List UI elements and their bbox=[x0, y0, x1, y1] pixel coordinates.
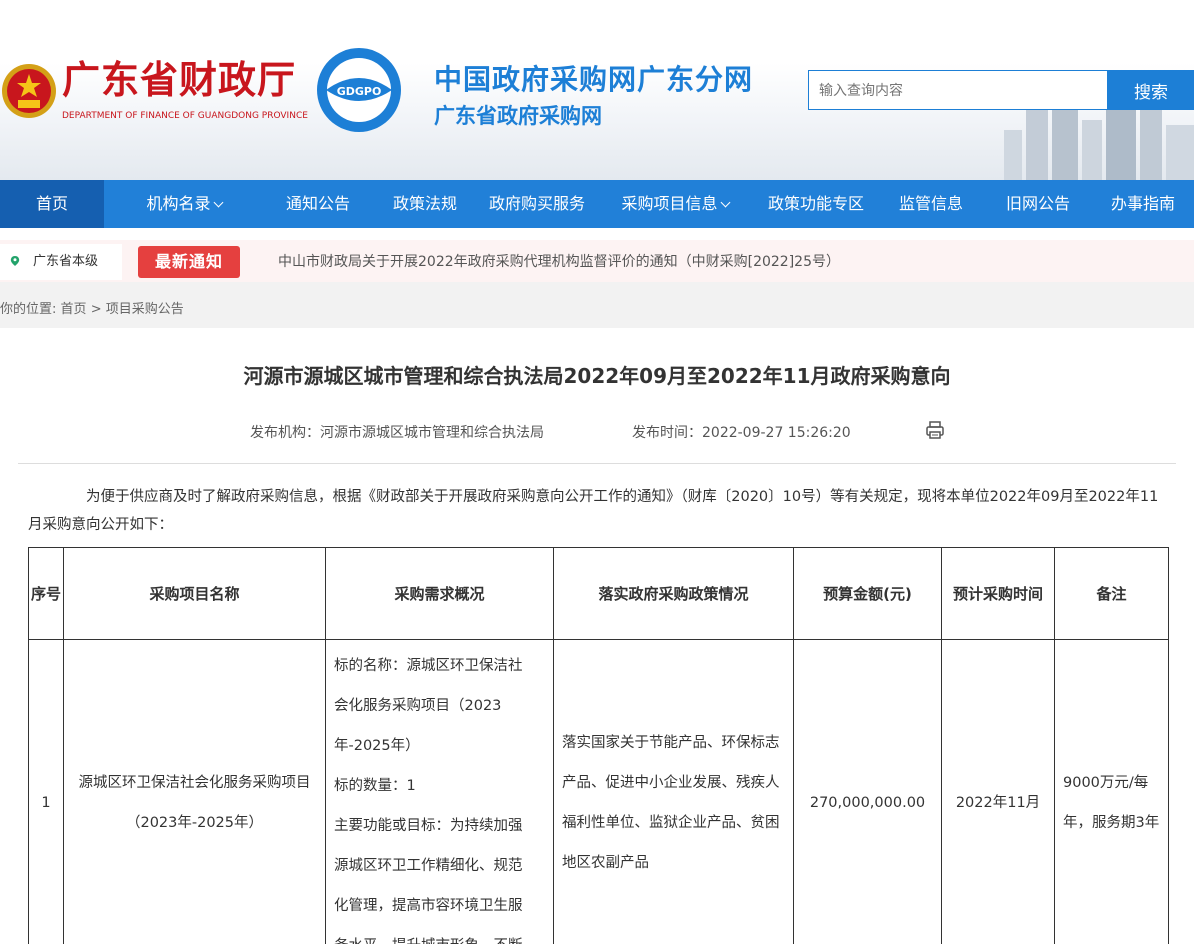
nav-item-supervision[interactable]: 监管信息 bbox=[888, 180, 974, 228]
chevron-down-icon bbox=[213, 197, 223, 208]
publisher-meta: 发布机构：河源市源城区城市管理和综合执法局 bbox=[250, 422, 544, 442]
gdgpo-logo: GDGPO bbox=[317, 48, 401, 132]
chevron-down-icon bbox=[720, 197, 730, 208]
demand-line: 标的名称：源城区环卫保洁社 bbox=[334, 658, 523, 674]
nav-item-project-info[interactable]: 采购项目信息 bbox=[612, 180, 738, 228]
header-demand: 采购需求概况 bbox=[325, 547, 554, 640]
header-remark: 备注 bbox=[1054, 547, 1169, 640]
latest-notice-link[interactable]: 中山市财政局关于开展2022年政府采购代理机构监督评价的通知（中财采购[2022… bbox=[278, 240, 840, 284]
site-title: 中国政府采购网广东分网 bbox=[434, 63, 754, 96]
nav-item-guide[interactable]: 办事指南 bbox=[1100, 180, 1186, 228]
header-name: 采购项目名称 bbox=[63, 547, 326, 640]
intro-paragraph: 为便于供应商及时了解政府采购信息，根据《财政部关于开展政府采购意向公开工作的通知… bbox=[28, 489, 1159, 533]
breadcrumb-current-link[interactable]: 项目采购公告 bbox=[106, 302, 184, 317]
cell-budget: 270,000,000.00 bbox=[793, 639, 942, 944]
nav-item-policies[interactable]: 政策法规 bbox=[382, 180, 468, 228]
publisher-value: 河源市源城区城市管理和综合执法局 bbox=[320, 425, 544, 441]
divider bbox=[18, 463, 1176, 464]
procurement-table: 序号 采购项目名称 采购需求概况 落实政府采购政策情况 预算金额(元) 预计采购… bbox=[28, 547, 1169, 944]
region-label: 广东省本级 bbox=[33, 254, 99, 269]
header-time: 预计采购时间 bbox=[941, 547, 1055, 640]
cell-time: 2022年11月 bbox=[941, 639, 1055, 944]
demand-line: 务水平，提升城市形象，不断 bbox=[334, 926, 545, 944]
nav-item-directory[interactable]: 机构名录 bbox=[134, 180, 234, 228]
demand-line: 源城区环卫工作精细化、规范 bbox=[334, 858, 523, 874]
nav-item-old-notices[interactable]: 旧网公告 bbox=[995, 180, 1081, 228]
header-no: 序号 bbox=[28, 547, 64, 640]
header-policy: 落实政府采购政策情况 bbox=[553, 547, 794, 640]
breadcrumb-home-link[interactable]: 首页 bbox=[61, 302, 87, 317]
cell-remark: 9000万元/每年，服务期3年 bbox=[1054, 639, 1169, 944]
cell-no: 1 bbox=[28, 639, 64, 944]
publish-time-label: 发布时间： bbox=[632, 425, 702, 441]
breadcrumb: 你的位置: 首页 > 项目采购公告 bbox=[0, 298, 184, 317]
cell-name: 源城区环卫保洁社会化服务采购项目（2023年-2025年） bbox=[63, 639, 326, 944]
nav-item-gov-services[interactable]: 政府购买服务 bbox=[483, 180, 591, 228]
print-icon[interactable] bbox=[925, 420, 945, 440]
nav-item-policy-zone[interactable]: 政策功能专区 bbox=[760, 180, 872, 228]
breadcrumb-prefix: 你的位置: bbox=[0, 302, 57, 317]
nav-item-home[interactable]: 首页 bbox=[0, 180, 104, 228]
region-selector[interactable]: 广东省本级 bbox=[0, 244, 122, 280]
table-header-row: 序号 采购项目名称 采购需求概况 落实政府采购政策情况 预算金额(元) 预计采购… bbox=[28, 547, 1169, 640]
publish-time-meta: 发布时间：2022-09-27 15:26:20 bbox=[632, 422, 851, 442]
demand-line: 年-2025年） bbox=[334, 738, 420, 754]
department-name-cn: 广东省财政厅 bbox=[62, 57, 297, 102]
header-budget: 预算金额(元) bbox=[793, 547, 942, 640]
table-row: 1 源城区环卫保洁社会化服务采购项目（2023年-2025年） 标的名称：源城区… bbox=[28, 639, 1169, 944]
notice-bar: 广东省本级 最新通知 中山市财政局关于开展2022年政府采购代理机构监督评价的通… bbox=[0, 240, 1194, 282]
nav-item-notices[interactable]: 通知公告 bbox=[275, 180, 361, 228]
search-button[interactable]: 搜索 bbox=[1108, 70, 1194, 110]
demand-line: 标的数量：1 bbox=[334, 778, 416, 794]
main-nav: 首页 机构名录 通知公告 政策法规 政府购买服务 采购项目信息 政策功能专区 监… bbox=[0, 180, 1194, 228]
breadcrumb-bar: 你的位置: 首页 > 项目采购公告 bbox=[0, 282, 1194, 328]
breadcrumb-separator: > bbox=[90, 302, 102, 317]
demand-line: 主要功能或目标：为持续加强 bbox=[334, 818, 523, 834]
site-subtitle: 广东省政府采购网 bbox=[434, 104, 602, 128]
search-input[interactable] bbox=[808, 70, 1108, 110]
cell-demand: 标的名称：源城区环卫保洁社 会化服务采购项目（2023 年-2025年） 标的数… bbox=[325, 639, 554, 944]
publisher-label: 发布机构： bbox=[250, 425, 320, 441]
site-header: 广东省财政厅 DEPARTMENT OF FINANCE OF GUANGDON… bbox=[0, 0, 1194, 180]
article-title: 河源市源城区城市管理和综合执法局2022年09月至2022年11月政府采购意向 bbox=[243, 364, 951, 388]
department-name-en: DEPARTMENT OF FINANCE OF GUANGDONG PROVI… bbox=[62, 111, 308, 121]
latest-notice-badge: 最新通知 bbox=[138, 246, 240, 278]
publish-time-value: 2022-09-27 15:26:20 bbox=[702, 425, 851, 441]
national-emblem-icon bbox=[2, 64, 56, 118]
demand-line: 化管理，提高市容环境卫生服 bbox=[334, 898, 523, 914]
gdgpo-logo-text: GDGPO bbox=[337, 85, 382, 98]
demand-line: 会化服务采购项目（2023 bbox=[334, 698, 502, 714]
location-pin-icon bbox=[10, 256, 20, 266]
cell-policy: 落实国家关于节能产品、环保标志产品、促进中小企业发展、残疾人福利性单位、监狱企业… bbox=[553, 639, 794, 944]
